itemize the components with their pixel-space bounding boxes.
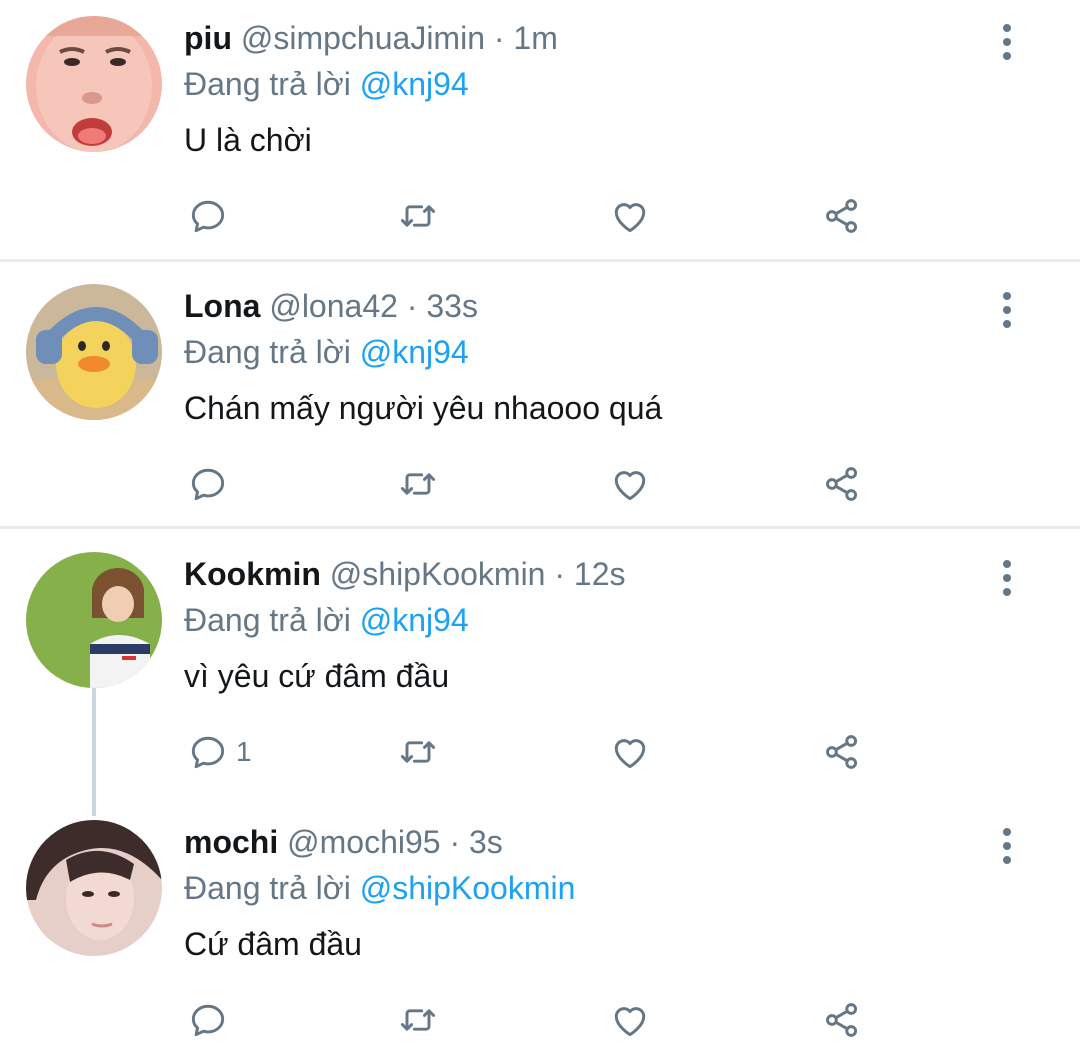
user-handle[interactable]: @mochi95 — [287, 824, 440, 860]
reply-icon — [186, 998, 230, 1042]
retweet-button[interactable] — [396, 194, 440, 238]
user-handle[interactable]: @shipKookmin — [330, 556, 546, 592]
retweet-icon — [396, 462, 440, 506]
retweet-button[interactable] — [396, 730, 440, 774]
share-button[interactable] — [820, 462, 864, 506]
avatar[interactable] — [26, 16, 162, 152]
tweet-item[interactable]: Lona @lona42 · 33s Đang trả lời @knj94 C… — [0, 284, 1080, 528]
tweet-text: Chán mấy người yêu nhaooo quá — [184, 390, 663, 426]
user-handle[interactable]: @simpchuaJimin — [241, 20, 485, 56]
like-icon — [608, 194, 652, 238]
tweet-text: vì yêu cứ đâm đầu — [184, 658, 450, 694]
more-options-icon[interactable] — [992, 558, 1022, 598]
reply-icon — [186, 462, 230, 506]
tweet-item[interactable]: mochi @mochi95 · 3s Đang trả lời @shipKo… — [0, 820, 1080, 1064]
timestamp: · 3s — [449, 824, 503, 860]
timestamp: · 12s — [554, 556, 626, 592]
tweet-item[interactable]: Kookmin @shipKookmin · 12s Đang trả lời … — [0, 552, 1080, 796]
retweet-button[interactable] — [396, 998, 440, 1042]
display-name[interactable]: Kookmin — [184, 556, 321, 592]
replying-to: Đang trả lời @knj94 — [184, 598, 469, 642]
mention-link[interactable]: @knj94 — [360, 66, 469, 102]
divider — [0, 259, 1080, 262]
reply-count: 1 — [236, 736, 252, 767]
retweet-button[interactable] — [396, 462, 440, 506]
like-icon — [608, 998, 652, 1042]
share-icon — [820, 462, 864, 506]
display-name[interactable]: mochi — [184, 824, 278, 860]
reply-icon — [186, 194, 230, 238]
display-name[interactable]: Lona — [184, 288, 260, 324]
replying-to: Đang trả lời @shipKookmin — [184, 866, 575, 910]
like-button[interactable] — [608, 194, 652, 238]
tweet-text: U là chời — [184, 122, 312, 158]
replying-to: Đang trả lời @knj94 — [184, 62, 469, 106]
replying-to-label: Đang trả lời — [184, 602, 351, 638]
mention-link[interactable]: @knj94 — [360, 602, 469, 638]
retweet-icon — [396, 194, 440, 238]
like-button[interactable] — [608, 462, 652, 506]
share-button[interactable] — [820, 730, 864, 774]
timestamp: · 1m — [493, 20, 558, 56]
like-icon — [608, 730, 652, 774]
reply-button[interactable]: 1 — [186, 730, 252, 774]
timestamp: · 33s — [406, 288, 478, 324]
more-options-icon[interactable] — [992, 826, 1022, 866]
mention-link[interactable]: @shipKookmin — [360, 870, 576, 906]
avatar[interactable] — [26, 552, 162, 688]
replying-to-label: Đang trả lời — [184, 870, 351, 906]
reply-button[interactable] — [186, 194, 236, 238]
share-icon — [820, 194, 864, 238]
share-button[interactable] — [820, 998, 864, 1042]
mention-link[interactable]: @knj94 — [360, 334, 469, 370]
like-button[interactable] — [608, 998, 652, 1042]
avatar[interactable] — [26, 820, 162, 956]
more-options-icon[interactable] — [992, 22, 1022, 62]
avatar[interactable] — [26, 284, 162, 420]
replying-to-label: Đang trả lời — [184, 334, 351, 370]
tweet-item[interactable]: piu @simpchuaJimin · 1m Đang trả lời @kn… — [0, 16, 1080, 260]
reply-icon — [186, 730, 230, 774]
replying-to-label: Đang trả lời — [184, 66, 351, 102]
more-options-icon[interactable] — [992, 290, 1022, 330]
share-icon — [820, 730, 864, 774]
user-handle[interactable]: @lona42 — [269, 288, 398, 324]
tweet-text: Cứ đâm đầu — [184, 926, 362, 962]
share-icon — [820, 998, 864, 1042]
reply-button[interactable] — [186, 462, 236, 506]
like-button[interactable] — [608, 730, 652, 774]
share-button[interactable] — [820, 194, 864, 238]
reply-button[interactable] — [186, 998, 236, 1042]
replying-to: Đang trả lời @knj94 — [184, 330, 469, 374]
like-icon — [608, 462, 652, 506]
retweet-icon — [396, 998, 440, 1042]
divider — [0, 526, 1080, 529]
retweet-icon — [396, 730, 440, 774]
display-name[interactable]: piu — [184, 20, 232, 56]
